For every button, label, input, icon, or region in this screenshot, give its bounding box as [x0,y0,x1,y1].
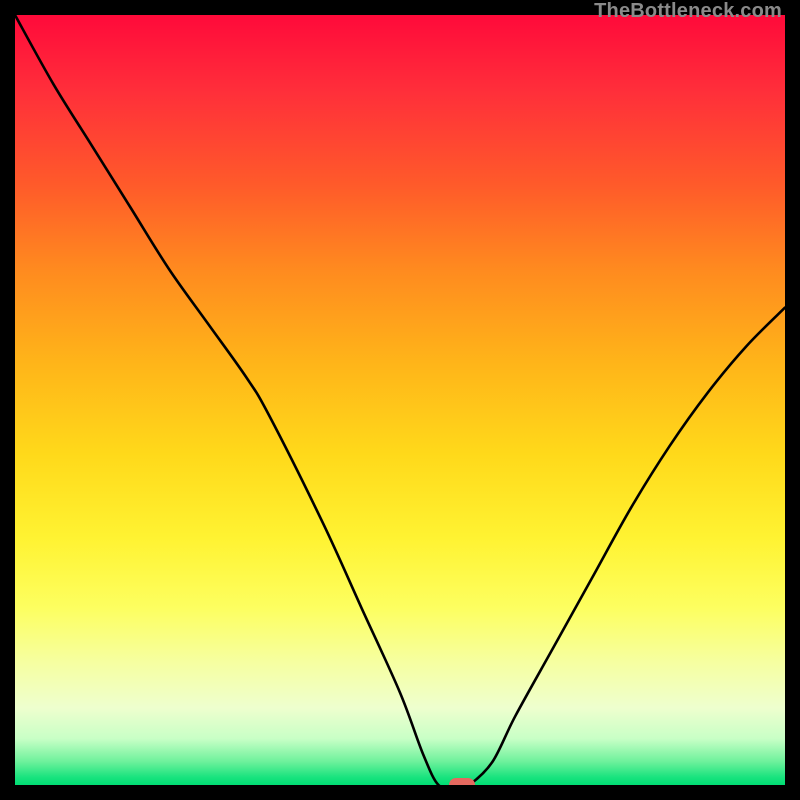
watermark-text: TheBottleneck.com [594,0,782,23]
plot-area [15,15,785,785]
bottleneck-curve [15,15,785,785]
chart-frame: TheBottleneck.com [0,0,800,800]
optimum-marker [449,778,475,785]
curve-layer [15,15,785,785]
